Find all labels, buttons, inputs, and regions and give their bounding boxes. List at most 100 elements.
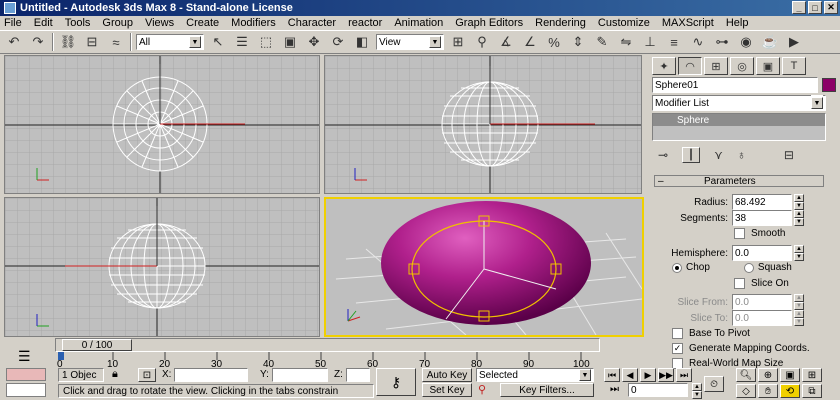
select-and-scale-icon[interactable]: ◧	[352, 32, 372, 52]
menu-create[interactable]: Create	[186, 17, 219, 29]
radius-spinner[interactable]: ▲ ▼	[794, 194, 804, 210]
go-to-end-icon[interactable]: ⏭	[676, 368, 692, 382]
rectangular-selection-icon[interactable]: ⬚	[256, 32, 276, 52]
parameters-rollout-header[interactable]: – Parameters	[654, 175, 824, 187]
show-end-result-icon[interactable]: ┃	[682, 147, 701, 163]
menu-group[interactable]: Group	[102, 17, 133, 29]
slice-on-checkbox[interactable]	[734, 278, 745, 289]
menu-edit[interactable]: Edit	[34, 17, 53, 29]
pan-icon[interactable]: ✋︎	[758, 384, 778, 398]
utilities-tab-icon[interactable]: T	[782, 57, 806, 75]
menu-reactor[interactable]: reactor	[348, 17, 382, 29]
time-slider[interactable]: 0 / 100	[55, 338, 600, 352]
viewport-perspective[interactable]	[324, 197, 644, 337]
percent-snap-icon[interactable]: %	[544, 32, 564, 52]
field-of-view-icon[interactable]: ◇	[736, 384, 756, 398]
render-scene-icon[interactable]: ☕	[760, 32, 780, 52]
time-configuration-icon[interactable]: ⏲	[704, 376, 724, 392]
menu-animation[interactable]: Animation	[394, 17, 443, 29]
close-button[interactable]: ✕	[824, 1, 838, 14]
motion-tab-icon[interactable]: ◎	[730, 57, 754, 75]
menu-modifiers[interactable]: Modifiers	[231, 17, 276, 29]
mini-curve-editor-icon[interactable]: ☰	[18, 348, 31, 365]
window-crossing-icon[interactable]: ▣	[280, 32, 300, 52]
minimize-button[interactable]: _	[792, 1, 806, 14]
y-coord-input[interactable]	[272, 368, 328, 382]
menu-tools[interactable]: Tools	[65, 17, 91, 29]
select-object-icon[interactable]: ↖	[208, 32, 228, 52]
slice-to-spinner[interactable]: ▲ ▼	[794, 310, 804, 326]
zoom-extents-all-icon[interactable]: ⊞	[802, 368, 822, 382]
spinner-snap-icon[interactable]: ⇕	[568, 32, 588, 52]
previous-frame-icon[interactable]: ◀︎	[622, 368, 638, 382]
maximize-button[interactable]: □	[808, 1, 822, 14]
menu-views[interactable]: Views	[145, 17, 174, 29]
radius-input[interactable]: 68.492	[732, 194, 792, 210]
layer-manager-icon[interactable]: ≡	[664, 32, 684, 52]
named-selection-icon[interactable]: ✎	[592, 32, 612, 52]
bind-space-warp-icon[interactable]: ≈	[106, 32, 126, 52]
slice-from-input[interactable]: 0.0	[732, 294, 792, 310]
pin-stack-icon[interactable]: ⊸	[658, 148, 668, 162]
x-coord-input[interactable]	[174, 368, 248, 382]
object-color-swatch[interactable]	[822, 78, 836, 92]
angle-snap-icon[interactable]: ∠	[520, 32, 540, 52]
squash-radio[interactable]	[743, 262, 754, 273]
select-manipulate-icon[interactable]: ⚲	[472, 32, 492, 52]
maxscript-listener-pink[interactable]	[6, 368, 46, 381]
modify-tab-icon[interactable]: ◠	[678, 57, 702, 75]
pivot-center-icon[interactable]: ⊞	[448, 32, 468, 52]
object-name-field[interactable]: Sphere01	[652, 77, 818, 93]
zoom-all-icon[interactable]: ⊕	[758, 368, 778, 382]
unlink-icon[interactable]: ⊟	[82, 32, 102, 52]
redo-icon[interactable]: ↷	[28, 32, 48, 52]
segments-input[interactable]: 38	[732, 210, 792, 226]
menu-file[interactable]: File	[4, 17, 22, 29]
hemisphere-spinner[interactable]: ▲ ▼	[794, 245, 804, 261]
hemisphere-input[interactable]: 0.0	[732, 245, 792, 261]
undo-icon[interactable]: ↶	[4, 32, 24, 52]
reference-coord-dropdown[interactable]: View ▼	[376, 34, 444, 50]
schematic-view-icon[interactable]: ⊶	[712, 32, 732, 52]
next-frame-icon[interactable]: ▶▶	[658, 368, 674, 382]
set-key-mode-icon[interactable]: ⚷	[376, 368, 416, 396]
align-icon[interactable]: ⊥	[640, 32, 660, 52]
selection-filter-dropdown[interactable]: All ▼	[136, 34, 204, 50]
smooth-checkbox[interactable]	[734, 228, 745, 239]
stack-item-sphere[interactable]: Sphere	[653, 114, 825, 126]
curve-editor-icon[interactable]: ∿	[688, 32, 708, 52]
segments-spinner[interactable]: ▲ ▼	[794, 210, 804, 226]
material-editor-icon[interactable]: ◉	[736, 32, 756, 52]
modifier-list-dropdown[interactable]: Modifier List ▼	[652, 95, 826, 111]
key-mode-dropdown[interactable]: Selected ▼	[476, 368, 594, 382]
select-and-link-icon[interactable]: ⛓	[58, 32, 78, 52]
z-coord-input[interactable]	[346, 368, 370, 382]
set-key-button[interactable]: Set Key	[422, 383, 472, 397]
select-and-move-icon[interactable]: ✥	[304, 32, 324, 52]
current-frame-input[interactable]: 0	[628, 383, 688, 397]
key-filters-button[interactable]: Key Filters...	[500, 383, 594, 397]
menu-help[interactable]: Help	[726, 17, 749, 29]
play-icon[interactable]: ▶	[640, 368, 656, 382]
absolute-transform-icon[interactable]: ⊡	[138, 368, 156, 382]
menu-maxscript[interactable]: MAXScript	[662, 17, 714, 29]
quick-render-icon[interactable]: ▶	[784, 32, 804, 52]
slice-from-spinner[interactable]: ▲ ▼	[794, 294, 804, 310]
go-to-start-icon[interactable]: ⏮	[604, 368, 620, 382]
menu-character[interactable]: Character	[288, 17, 336, 29]
time-slider-thumb[interactable]: 0 / 100	[62, 339, 132, 351]
select-and-rotate-icon[interactable]: ⟳	[328, 32, 348, 52]
key-mode-toggle-icon[interactable]: ⏭	[610, 384, 619, 395]
zoom-icon[interactable]: 🔍︎	[736, 368, 756, 382]
snaps-toggle-icon[interactable]: ∡	[496, 32, 516, 52]
viewport-left[interactable]	[4, 197, 320, 337]
arc-rotate-icon[interactable]: ⟲	[780, 384, 800, 398]
chop-radio[interactable]	[672, 262, 682, 273]
mirror-icon[interactable]: ⇋	[616, 32, 636, 52]
maxscript-listener-white[interactable]	[6, 383, 46, 397]
create-tab-icon[interactable]: ✦	[652, 57, 676, 75]
current-frame-spinner[interactable]: ▲ ▼	[692, 383, 702, 399]
menu-rendering[interactable]: Rendering	[535, 17, 586, 29]
select-by-name-icon[interactable]: ☰	[232, 32, 252, 52]
maximize-viewport-icon[interactable]: ⧉	[802, 384, 822, 398]
